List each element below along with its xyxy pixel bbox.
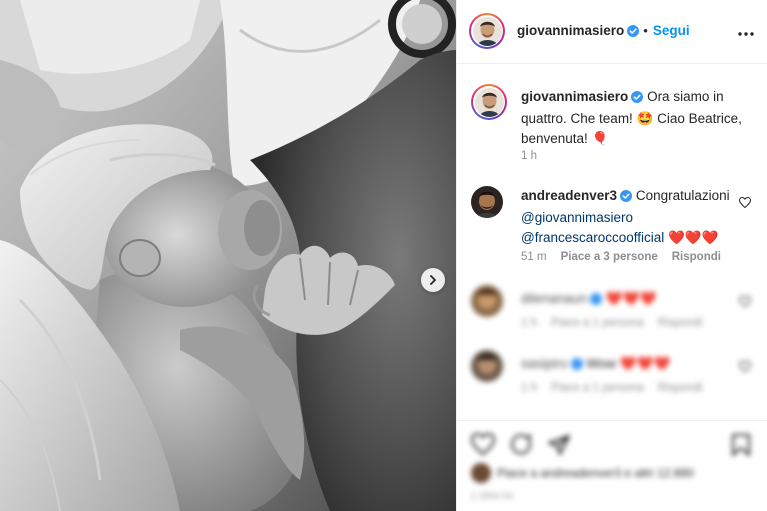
- comment-hearts: ❤️❤️❤️: [619, 356, 671, 371]
- comment-likes[interactable]: Piace a 1 persona: [551, 382, 644, 394]
- verified-badge-icon: [627, 25, 640, 40]
- newborn-photo: [0, 0, 456, 511]
- verified-badge-icon: [590, 291, 603, 311]
- comment-time: 1 h: [521, 317, 537, 329]
- comment-time: 51 m: [521, 251, 547, 263]
- comment-hearts: ❤️❤️❤️: [668, 230, 719, 245]
- author-avatar[interactable]: [469, 13, 505, 49]
- comment-likes[interactable]: Piace a 1 persona: [551, 317, 644, 329]
- caption-username[interactable]: giovannimasiero: [521, 89, 628, 104]
- comment-meta: 51 m Piace a 3 persone Rispondi: [521, 251, 735, 263]
- post-header: giovannimasiero • Segui: [457, 0, 767, 64]
- comment-meta: 1 h Piace a 1 persona Rispondi: [521, 317, 716, 329]
- reply-button[interactable]: Rispondi: [658, 382, 703, 394]
- commenter-avatar-image: [471, 350, 503, 382]
- comment-item: dilenanaun ❤️❤️❤️ 1 h Piace a 1 persona Ri…: [471, 285, 761, 335]
- caption-text-block: giovannimasiero Ora siamo in quattro. Ch…: [521, 87, 746, 149]
- post-sidebar: giovannimasiero • Segui giovannimasiero …: [456, 0, 767, 511]
- commenter-avatar[interactable]: [471, 350, 503, 382]
- comment-likes[interactable]: Piace a 3 persone: [561, 251, 658, 263]
- comment-username[interactable]: sasipiro: [521, 356, 568, 371]
- liked-by-text[interactable]: Piace a andreadenver3 e altri 12.880: [497, 466, 694, 480]
- reply-button[interactable]: Rispondi: [658, 317, 703, 329]
- header-separator: •: [643, 23, 648, 38]
- mention-link[interactable]: @giovannimasiero: [521, 210, 633, 225]
- commenter-avatar[interactable]: [471, 285, 503, 317]
- commenter-avatar-image: [471, 285, 503, 317]
- commenter-avatar[interactable]: [471, 186, 503, 218]
- comment-meta: 1 h Piace a 1 persona Rispondi: [521, 382, 716, 394]
- comment-text-block: sasipiro Wow ❤️❤️❤️: [521, 354, 731, 376]
- comment-text-block: andreadenver3 Congratulazioni @giovannim…: [521, 186, 731, 248]
- liker-avatar[interactable]: [471, 463, 491, 483]
- comment-like-heart-icon[interactable]: [738, 196, 752, 211]
- follow-button[interactable]: Segui: [653, 23, 690, 38]
- verified-badge-icon: [570, 356, 583, 376]
- chevron-right-icon: [430, 275, 436, 285]
- author-username[interactable]: giovannimasiero: [517, 23, 624, 38]
- mention-link[interactable]: @francescaroccoofficial: [521, 230, 664, 245]
- author-avatar-image: [472, 16, 502, 46]
- commenter-avatar-image: [471, 186, 503, 218]
- comment-username[interactable]: dilenanaun: [521, 291, 587, 306]
- share-icon[interactable]: [547, 433, 571, 457]
- comment-hearts: ❤️❤️❤️: [605, 291, 657, 306]
- like-icon[interactable]: [471, 433, 495, 455]
- post-photo[interactable]: [0, 0, 456, 511]
- post-date: 1 ORA FA: [471, 491, 514, 501]
- save-icon[interactable]: [730, 433, 752, 457]
- comment-item: sasipiro Wow ❤️❤️❤️ 1 h Piace a 1 persona…: [471, 350, 761, 400]
- instagram-post: giovannimasiero • Segui giovannimasiero …: [0, 0, 767, 511]
- next-photo-button[interactable]: [421, 268, 445, 292]
- caption-avatar[interactable]: [471, 84, 507, 120]
- comment-like-heart-icon[interactable]: [738, 360, 752, 375]
- comment-text: Wow: [586, 356, 617, 371]
- caption-avatar-image: [474, 87, 504, 117]
- caption-time: 1 h: [521, 150, 537, 162]
- comment-username[interactable]: andreadenver3: [521, 188, 617, 203]
- post-actions: Piace a andreadenver3 e altri 12.880 1 O…: [457, 420, 767, 511]
- verified-badge-icon: [631, 89, 644, 109]
- comment-text-block: dilenanaun ❤️❤️❤️: [521, 289, 731, 311]
- comment-time: 1 h: [521, 382, 537, 394]
- verified-badge-icon: [620, 188, 633, 208]
- comment-item: andreadenver3 Congratulazioni @giovannim…: [471, 186, 761, 266]
- reply-button[interactable]: Rispondi: [672, 251, 721, 263]
- comment-like-heart-icon[interactable]: [738, 295, 752, 310]
- more-options-icon[interactable]: [738, 24, 754, 39]
- comment-text: Congratulazioni: [635, 188, 730, 203]
- comment-icon[interactable]: [509, 433, 533, 457]
